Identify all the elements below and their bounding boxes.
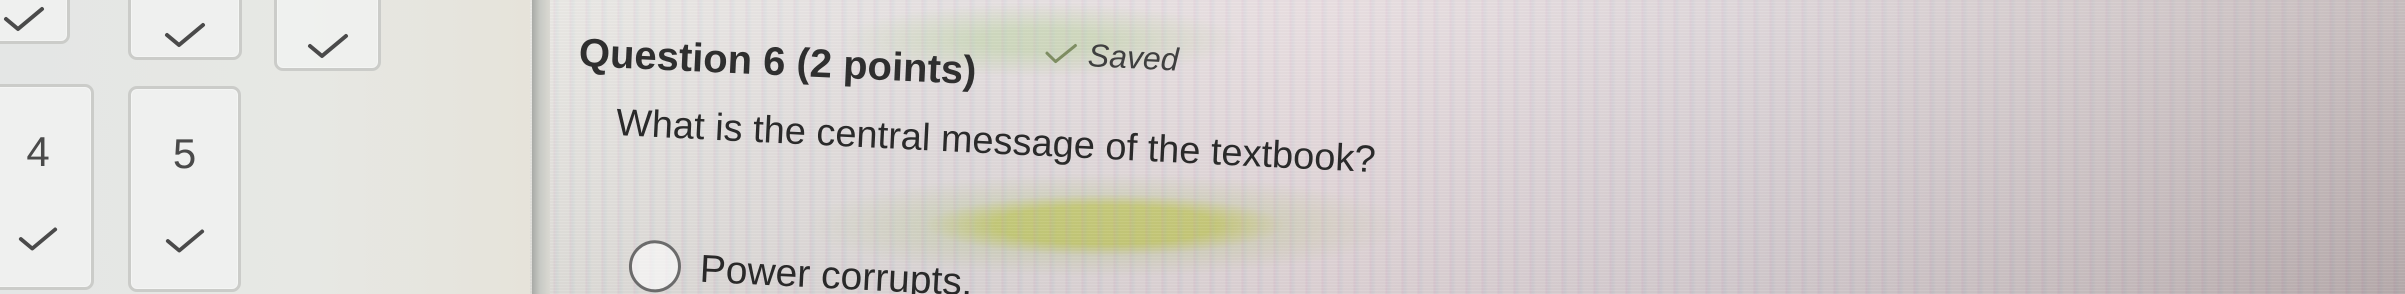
question-nav-item-4[interactable]: 4 [0, 84, 94, 290]
answer-label: Power corrupts. [698, 247, 974, 294]
answer-option-power-corrupts[interactable]: Power corrupts. [627, 239, 974, 294]
saved-status: Saved [1043, 37, 1180, 78]
saved-checkmark-icon [1045, 44, 1077, 64]
saved-label: Saved [1087, 37, 1180, 78]
question-number: 4 [26, 128, 50, 175]
question-number: 5 [172, 130, 197, 177]
panel-divider [532, 0, 550, 294]
question-title: Question 6 (2 points) [578, 30, 978, 93]
question-nav-item-previous-2[interactable] [128, 0, 242, 60]
checkmark-icon [18, 227, 58, 251]
answer-radio-button[interactable] [627, 239, 683, 294]
question-content: Question 6 (2 points) Saved What is the … [567, 0, 2405, 294]
question-nav-item-5[interactable]: 5 [128, 86, 241, 292]
checkmark-icon [165, 229, 204, 253]
question-nav-item-previous-3[interactable] [274, 0, 381, 71]
checkmark-icon [307, 34, 348, 58]
quiz-screen: 4 5 Question 6 (2 points) Saved What is … [0, 0, 2405, 294]
question-prompt: What is the central message of the textb… [615, 102, 1377, 182]
question-nav-item-previous-1[interactable] [0, 0, 70, 44]
checkmark-icon [165, 23, 205, 47]
checkmark-icon [4, 7, 44, 31]
question-navigation-panel: 4 5 [0, 0, 530, 294]
